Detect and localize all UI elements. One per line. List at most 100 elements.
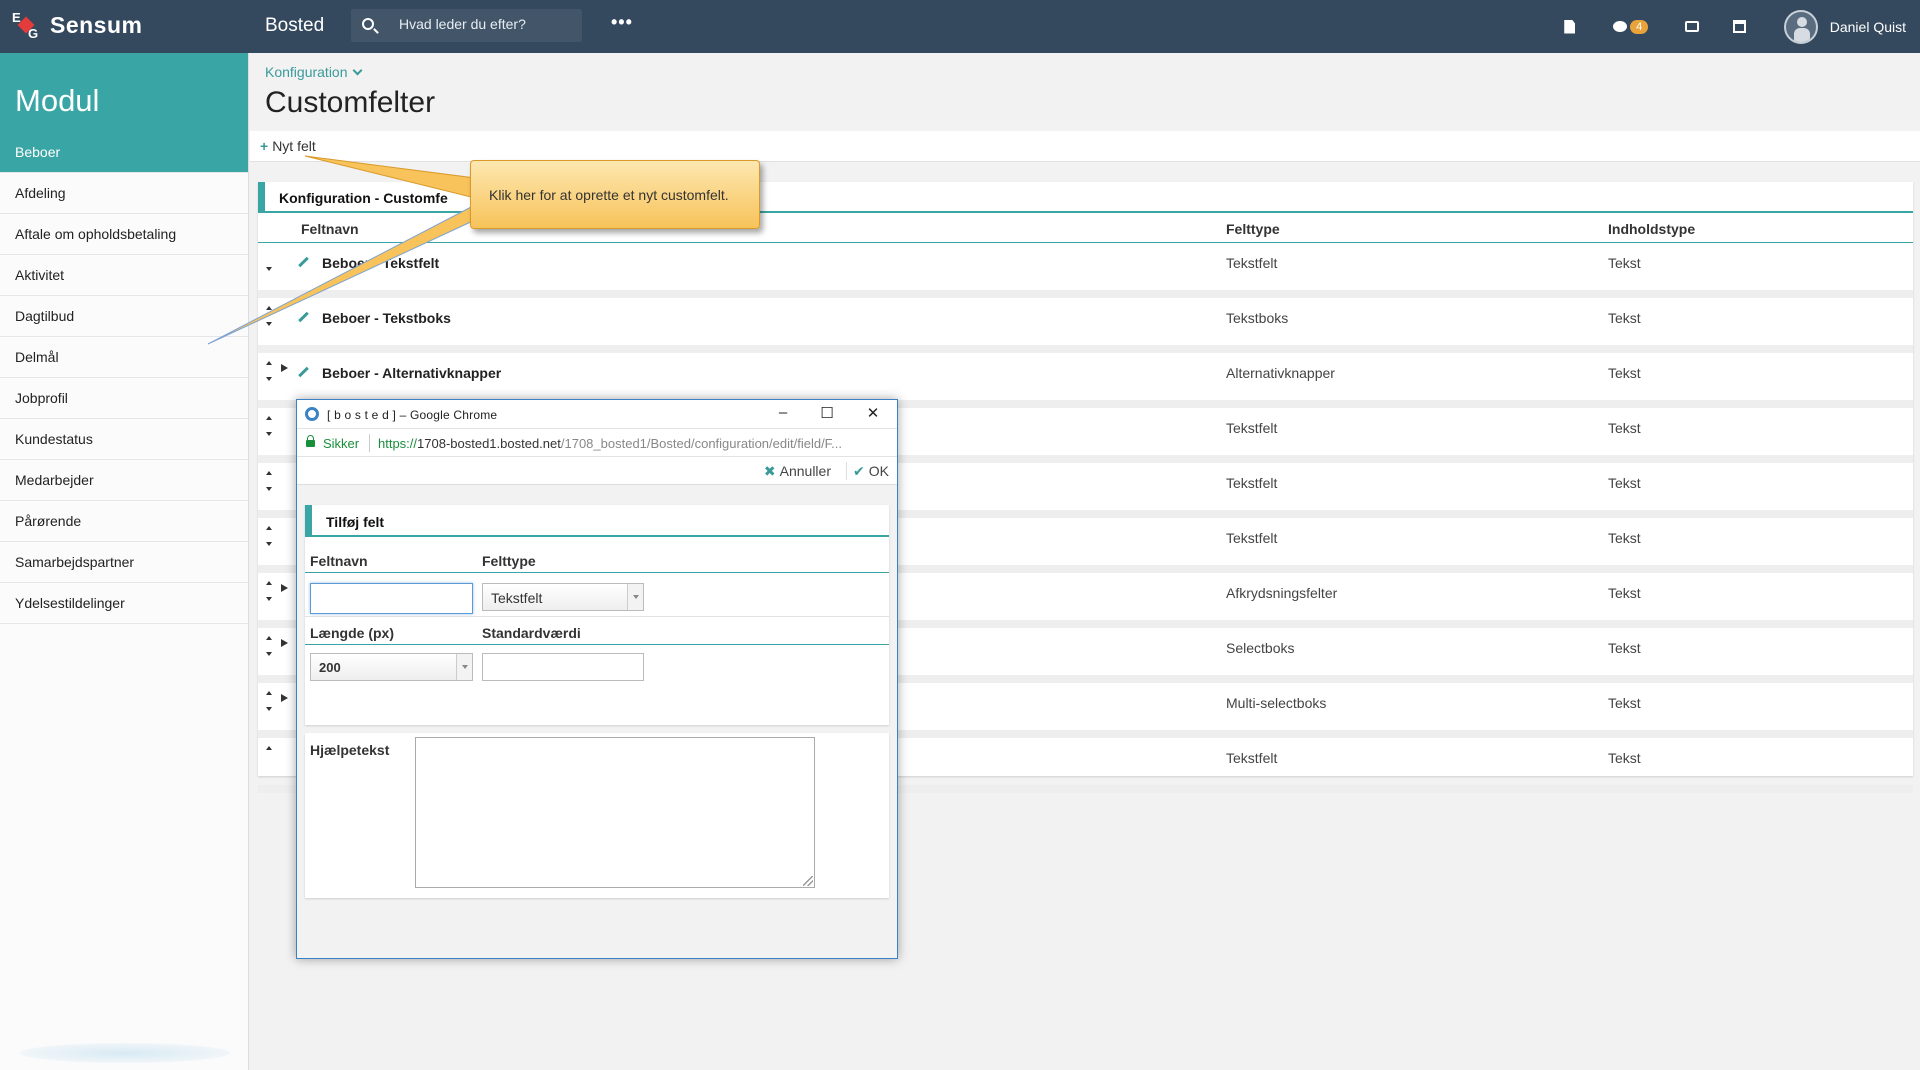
standardvaerdi-field[interactable] xyxy=(482,653,644,681)
sidebar-item-beboer[interactable]: Beboer xyxy=(0,132,248,173)
field-name[interactable]: Beboer - Alternativknapper xyxy=(322,365,501,381)
logo[interactable]: EG Sensum xyxy=(10,10,142,41)
toolbar: + Nyt felt xyxy=(250,131,1920,162)
move-up-icon[interactable] xyxy=(266,691,272,695)
sidebar-title: Modul xyxy=(0,53,248,132)
sidebar-item-afdeling[interactable]: Afdeling xyxy=(0,173,248,214)
breadcrumb-label[interactable]: Konfiguration xyxy=(265,64,348,80)
sidebar-item-jobprofil[interactable]: Jobprofil xyxy=(0,378,248,419)
chat-icon xyxy=(1613,21,1628,32)
move-down-icon[interactable] xyxy=(266,597,272,601)
column-feltnavn[interactable]: Feltnavn xyxy=(301,221,359,237)
move-down-icon[interactable] xyxy=(266,322,272,326)
expand-icon[interactable] xyxy=(281,694,288,702)
field-name[interactable]: Beboer - Tekstfelt xyxy=(322,255,439,271)
maximize-button[interactable]: ☐ xyxy=(817,404,837,424)
expand-icon[interactable] xyxy=(281,639,288,647)
move-up-icon[interactable] xyxy=(266,416,272,420)
felttype-select[interactable]: Tekstfelt xyxy=(482,583,644,611)
pencil-icon[interactable] xyxy=(298,311,309,323)
pencil-icon[interactable] xyxy=(298,366,309,378)
move-up-icon[interactable] xyxy=(266,526,272,530)
move-up-icon[interactable] xyxy=(266,306,272,310)
sidebar-item-samarbejdspartner[interactable]: Samarbejdspartner xyxy=(0,542,248,583)
expand-icon[interactable] xyxy=(281,584,288,592)
field-type: Multi-selectboks xyxy=(1226,695,1327,711)
check-icon: ✔ xyxy=(853,463,865,479)
search-input[interactable] xyxy=(399,16,569,32)
url-text[interactable]: https://1708-bosted1.bosted.net/1708_bos… xyxy=(378,436,888,451)
resize-grip-icon[interactable] xyxy=(803,876,813,886)
calendar-button[interactable] xyxy=(1730,17,1750,37)
tooltip: Klik her for at oprette et nyt customfel… xyxy=(470,160,760,229)
search-box[interactable] xyxy=(351,9,582,42)
move-down-icon[interactable] xyxy=(266,652,272,656)
feltnavn-field[interactable] xyxy=(310,583,473,614)
document-button[interactable] xyxy=(1560,17,1580,37)
sidebar-item-ydelsestildelinger[interactable]: Ydelsestildelinger xyxy=(0,583,248,624)
field-type: Tekstboks xyxy=(1226,310,1289,326)
hjaelpetekst-label: Hjælpetekst xyxy=(310,742,390,758)
sidebar-item-delmaal[interactable]: Delmål xyxy=(0,337,248,378)
url-path: /1708_bosted1/Bosted/configuration/edit/… xyxy=(560,436,843,451)
add-field-window: [ b o s t e d ] – Google Chrome – ☐ ✕ Si… xyxy=(296,399,898,959)
move-down-icon[interactable] xyxy=(266,707,272,711)
mail-button[interactable] xyxy=(1682,17,1702,37)
sidebar-item-dagtilbud[interactable]: Dagtilbud xyxy=(0,296,248,337)
breadcrumb[interactable]: Konfiguration xyxy=(265,64,362,80)
move-down-icon[interactable] xyxy=(266,267,272,271)
move-down-icon[interactable] xyxy=(266,542,272,546)
content-type: Tekst xyxy=(1608,695,1641,711)
sidebar: Modul Beboer Afdeling Aftale om opholdsb… xyxy=(0,53,249,1070)
chevron-down-icon xyxy=(456,654,472,680)
field-type: Selectboks xyxy=(1226,640,1295,656)
address-bar[interactable]: Sikker https://1708-bosted1.bosted.net/1… xyxy=(297,428,897,457)
messages-button[interactable]: 4 xyxy=(1608,17,1654,37)
document-icon xyxy=(1564,19,1576,34)
field-type: Tekstfelt xyxy=(1226,420,1278,436)
close-button[interactable]: ✕ xyxy=(863,404,883,424)
new-field-button[interactable]: + Nyt felt xyxy=(260,138,316,154)
move-up-icon[interactable] xyxy=(266,746,272,750)
form-divider xyxy=(305,572,889,573)
table-row[interactable]: Beboer - Tekstboks Tekstboks Tekst xyxy=(258,298,1913,353)
sidebar-item-aftale[interactable]: Aftale om opholdsbetaling xyxy=(0,214,248,255)
user-name[interactable]: Daniel Quist xyxy=(1830,19,1906,35)
ok-button[interactable]: ✔ OK xyxy=(853,463,889,480)
column-felttype[interactable]: Felttype xyxy=(1226,221,1280,237)
help-text-section: Hjælpetekst xyxy=(305,733,889,898)
cancel-button[interactable]: ✖ Annuller xyxy=(764,463,831,480)
sidebar-item-medarbejder[interactable]: Medarbejder xyxy=(0,460,248,501)
move-down-icon[interactable] xyxy=(266,432,272,436)
sidebar-item-paarorende[interactable]: Pårørende xyxy=(0,501,248,542)
content-type: Tekst xyxy=(1608,310,1641,326)
reorder-arrows xyxy=(263,359,288,399)
more-menu-button[interactable]: ••• xyxy=(611,12,633,33)
table-row[interactable]: Beboer - Tekstfelt Tekstfelt Tekst xyxy=(258,243,1913,298)
hjaelpetekst-field[interactable] xyxy=(415,737,815,888)
move-up-icon[interactable] xyxy=(266,581,272,585)
move-up-icon[interactable] xyxy=(266,636,272,640)
expand-icon[interactable] xyxy=(281,364,288,372)
window-titlebar[interactable]: [ b o s t e d ] – Google Chrome – ☐ ✕ xyxy=(297,400,897,428)
sidebar-item-kundestatus[interactable]: Kundestatus xyxy=(0,419,248,460)
move-down-icon[interactable] xyxy=(266,487,272,491)
move-up-icon[interactable] xyxy=(266,471,272,475)
page-title: Customfelter xyxy=(265,86,436,119)
field-type: Tekstfelt xyxy=(1226,750,1278,766)
column-indholdstype[interactable]: Indholdstype xyxy=(1608,221,1695,237)
new-field-label: Nyt felt xyxy=(272,138,316,154)
field-name[interactable]: Beboer - Tekstboks xyxy=(322,310,451,326)
lock-icon xyxy=(306,435,315,447)
avatar[interactable] xyxy=(1783,9,1818,44)
laengde-select[interactable]: 200 xyxy=(310,653,473,681)
move-down-icon[interactable] xyxy=(266,377,272,381)
form-divider xyxy=(305,616,889,617)
field-type: Alternativknapper xyxy=(1226,365,1335,381)
app-name[interactable]: Bosted xyxy=(265,15,324,37)
sidebar-item-aktivitet[interactable]: Aktivitet xyxy=(0,255,248,296)
minimize-button[interactable]: – xyxy=(773,404,793,424)
move-up-icon[interactable] xyxy=(266,361,272,365)
pencil-icon[interactable] xyxy=(298,256,309,268)
field-type: Tekstfelt xyxy=(1226,475,1278,491)
